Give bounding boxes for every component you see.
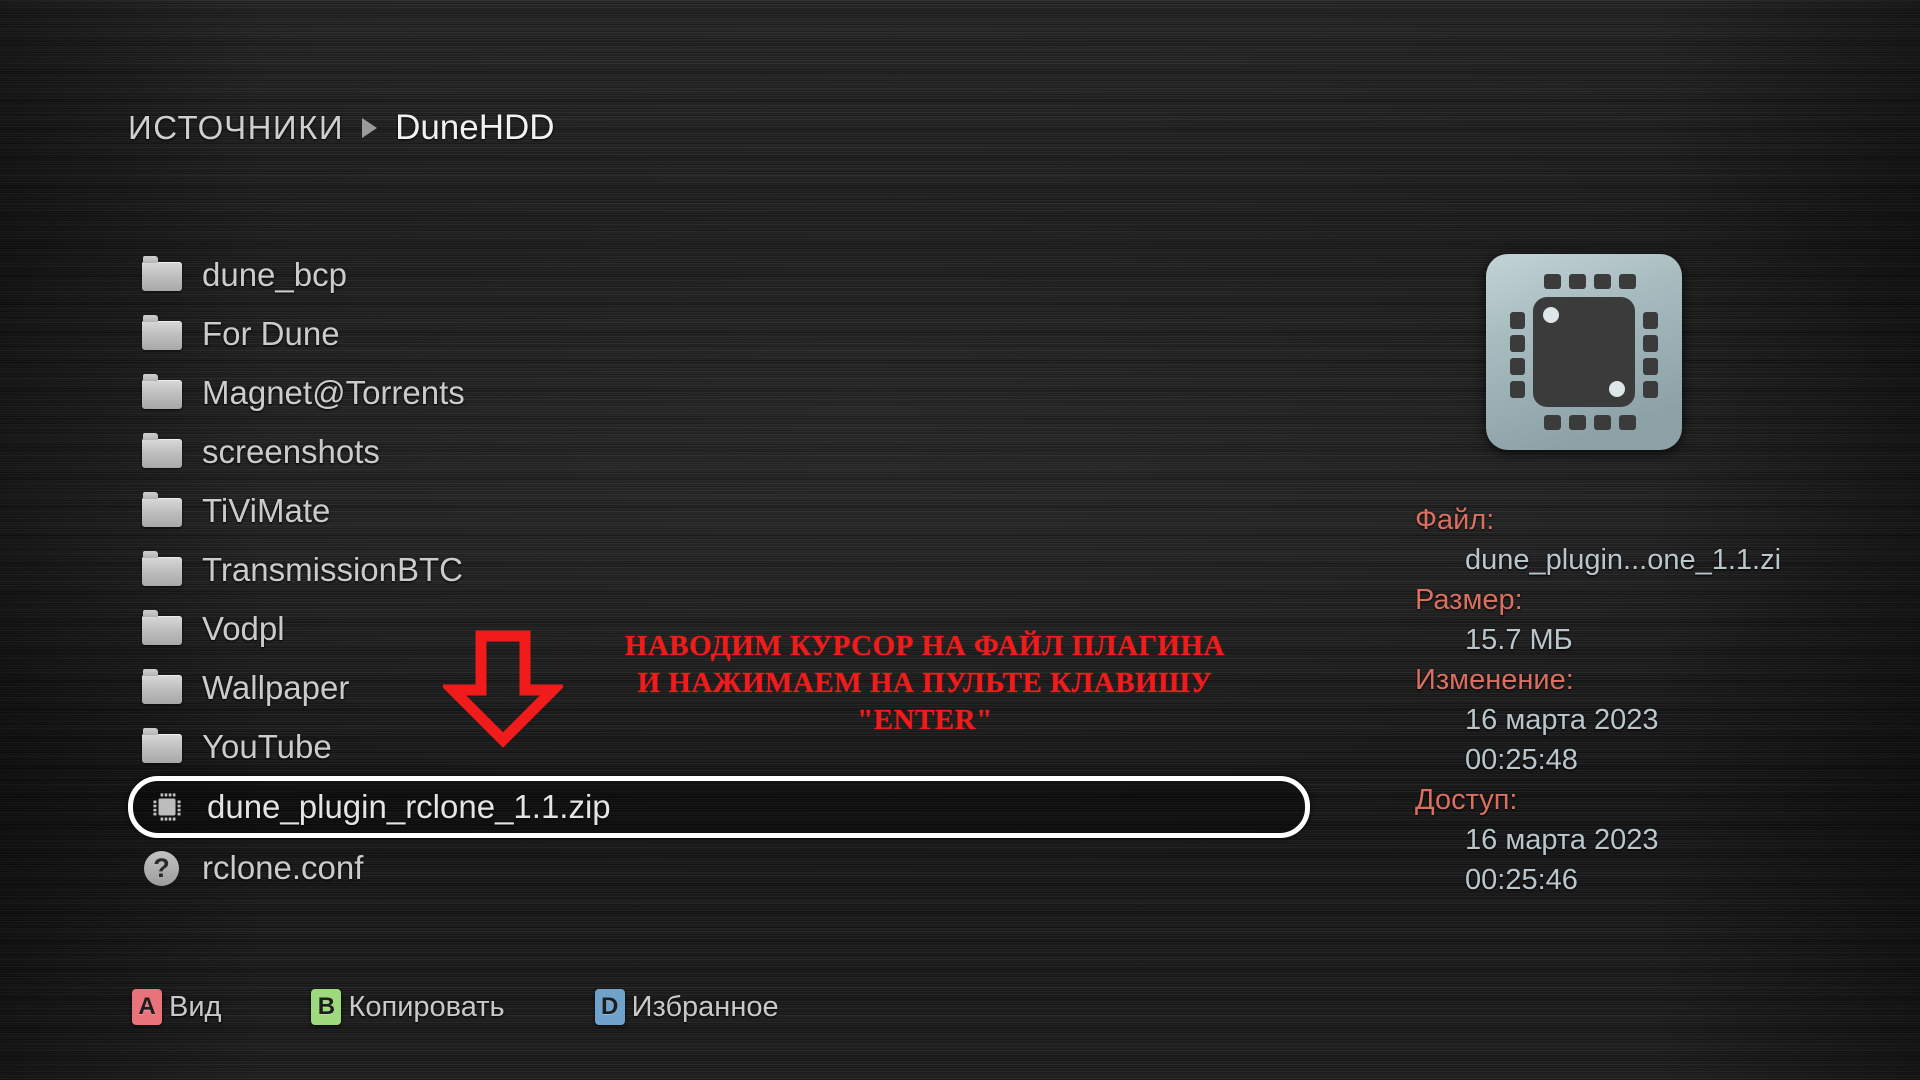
file-list: dune_bcp For Dune Magnet@Torrents screensho… bbox=[128, 245, 1328, 897]
chip-icon-large bbox=[1486, 254, 1682, 450]
file-browser-screen: ИСТОЧНИКИ DuneHDD dune_bcp For Dune Magnet… bbox=[0, 0, 1920, 1080]
breadcrumb: ИСТОЧНИКИ DuneHDD bbox=[128, 108, 555, 148]
file-row-selected[interactable]: dune_plugin_rclone_1.1.zip bbox=[128, 776, 1310, 838]
file-row[interactable]: dune_bcp bbox=[128, 245, 1328, 304]
annotation-text: НАВОДИМ КУРСОР НА ФАЙЛ ПЛАГИНА И НАЖИМАЕ… bbox=[560, 628, 1290, 739]
file-info-panel: Файл: dune_plugin...one_1.1.zi Размер: 15.7… bbox=[1415, 500, 1895, 900]
file-row[interactable]: TransmissionBTC bbox=[128, 540, 1328, 599]
chip-icon bbox=[147, 789, 189, 825]
file-row-label: TiViMate bbox=[202, 491, 331, 529]
info-label: Размер: bbox=[1415, 584, 1523, 616]
file-row-label: Vodpl bbox=[202, 609, 285, 647]
info-value: 16 марта 2023 bbox=[1465, 704, 1659, 736]
key-bar: A Вид B Копировать D Избранное bbox=[132, 989, 869, 1025]
key-hint-a[interactable]: A Вид bbox=[132, 989, 221, 1025]
info-value-secondary: 00:25:46 bbox=[1465, 864, 1578, 896]
file-row[interactable]: For Dune bbox=[128, 304, 1328, 363]
info-value: 15.7 МБ bbox=[1465, 624, 1573, 656]
annotation-line-1: НАВОДИМ КУРСОР НА ФАЙЛ ПЛАГИНА bbox=[624, 630, 1226, 662]
key-hint-d[interactable]: D Избранное bbox=[594, 989, 779, 1025]
annotation-line-2: И НАЖИМАЕМ НА ПУЛЬТЕ КЛАВИШУ bbox=[637, 667, 1213, 699]
folder-icon bbox=[142, 373, 184, 411]
question-mark-icon: ? bbox=[142, 850, 184, 886]
folder-icon bbox=[142, 727, 184, 765]
file-row-label: TransmissionBTC bbox=[202, 550, 463, 588]
folder-icon bbox=[142, 432, 184, 470]
info-value: dune_plugin...one_1.1.zi bbox=[1465, 544, 1782, 576]
info-label: Доступ: bbox=[1415, 784, 1518, 816]
key-hint-b[interactable]: B Копировать bbox=[311, 989, 505, 1025]
folder-icon bbox=[142, 255, 184, 293]
info-label: Файл: bbox=[1415, 504, 1495, 536]
key-hint-label: Вид bbox=[169, 990, 222, 1023]
folder-icon bbox=[142, 668, 184, 706]
key-badge: B bbox=[311, 989, 342, 1025]
file-row-label: Magnet@Torrents bbox=[202, 373, 465, 411]
file-row[interactable]: screenshots bbox=[128, 422, 1328, 481]
annotation-line-3: "ENTER" bbox=[857, 704, 993, 736]
file-row-label: rclone.conf bbox=[202, 848, 364, 886]
breadcrumb-leaf[interactable]: DuneHDD bbox=[395, 108, 555, 148]
folder-icon bbox=[142, 550, 184, 588]
breadcrumb-root[interactable]: ИСТОЧНИКИ bbox=[128, 109, 344, 147]
file-row[interactable]: ? rclone.conf bbox=[128, 838, 1328, 897]
key-hint-label: Избранное bbox=[631, 990, 779, 1023]
file-row[interactable]: Magnet@Torrents bbox=[128, 363, 1328, 422]
folder-icon bbox=[142, 609, 184, 647]
red-down-arrow-icon bbox=[443, 630, 563, 748]
key-badge: A bbox=[132, 989, 162, 1025]
key-badge: D bbox=[594, 989, 625, 1025]
key-hint-label: Копировать bbox=[348, 990, 505, 1023]
file-row-label: For Dune bbox=[202, 314, 340, 352]
file-row-label: screenshots bbox=[202, 432, 380, 470]
triangle-right-icon bbox=[362, 118, 378, 138]
info-label: Изменение: bbox=[1415, 664, 1574, 696]
folder-icon bbox=[142, 314, 184, 352]
info-value: 16 марта 2023 bbox=[1465, 824, 1659, 856]
file-row[interactable]: TiViMate bbox=[128, 481, 1328, 540]
file-row-label: dune_bcp bbox=[202, 255, 347, 293]
file-row-label: YouTube bbox=[202, 727, 332, 765]
file-row-label: Wallpaper bbox=[202, 668, 350, 706]
info-value-secondary: 00:25:48 bbox=[1465, 744, 1578, 776]
file-row-label: dune_plugin_rclone_1.1.zip bbox=[207, 788, 611, 825]
folder-icon bbox=[142, 491, 184, 529]
